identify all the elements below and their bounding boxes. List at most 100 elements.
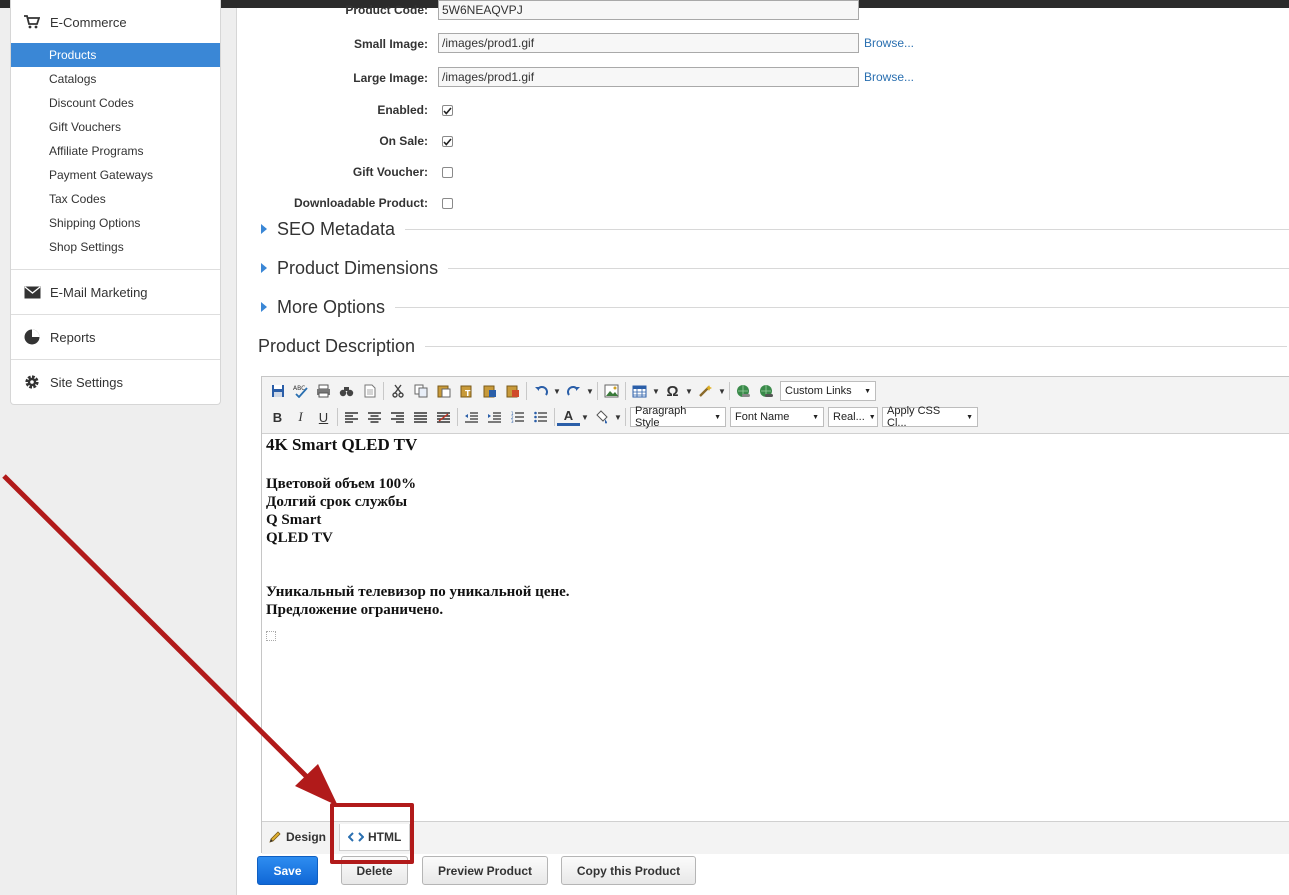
print-icon[interactable] — [312, 380, 335, 402]
justify-icon[interactable] — [409, 406, 432, 428]
bold-icon[interactable]: B — [266, 406, 289, 428]
enabled-checkbox[interactable] — [442, 105, 453, 116]
hyperlink-icon[interactable] — [732, 380, 755, 402]
outdent-icon[interactable] — [460, 406, 483, 428]
page-icon[interactable] — [358, 380, 381, 402]
chevron-down-icon[interactable]: ▼ — [651, 380, 661, 402]
sidebar-item-gift-vouchers[interactable]: Gift Vouchers — [11, 115, 220, 139]
section-title: More Options — [277, 296, 386, 317]
remove-alignment-icon[interactable] — [432, 406, 455, 428]
content-line: QLED TV — [266, 530, 333, 546]
highlight-color-icon[interactable] — [590, 406, 613, 428]
redo-icon[interactable] — [562, 380, 585, 402]
toolbar-separator — [625, 382, 626, 400]
product-dimensions-section[interactable]: Product Dimensions — [261, 257, 1289, 279]
numbered-list-icon[interactable]: 123 — [506, 406, 529, 428]
checkmark-icon — [443, 137, 452, 146]
gift-voucher-checkbox[interactable] — [442, 167, 453, 178]
sidebar-section-ecommerce[interactable]: E-Commerce — [11, 0, 220, 44]
expand-triangle-icon — [261, 302, 267, 312]
paragraph-style-dropdown[interactable]: Paragraph Style ▼ — [630, 405, 726, 429]
magic-wand-icon[interactable] — [694, 380, 717, 402]
envelope-icon — [23, 283, 41, 301]
pie-chart-icon — [23, 328, 41, 346]
small-image-label: Small Image: — [353, 37, 428, 51]
cut-icon[interactable] — [386, 380, 409, 402]
sidebar-section-label: E-Mail Marketing — [50, 284, 148, 300]
paste-text-icon[interactable]: T — [455, 380, 478, 402]
omega-icon[interactable]: Ω — [661, 380, 684, 402]
apply-css-class-dropdown[interactable]: Apply CSS Cl... ▼ — [882, 405, 978, 429]
sidebar-section-reports[interactable]: Reports — [11, 315, 220, 359]
sidebar-item-shop-settings[interactable]: Shop Settings — [11, 235, 220, 259]
sidebar-section-site-settings[interactable]: Site Settings — [11, 360, 220, 404]
toolbar-separator — [337, 408, 338, 426]
indent-icon[interactable] — [483, 406, 506, 428]
section-rule — [448, 267, 1289, 269]
downloadable-checkbox[interactable] — [442, 198, 453, 209]
align-center-icon[interactable] — [363, 406, 386, 428]
small-image-input[interactable]: /images/prod1.gif — [438, 33, 859, 53]
spellcheck-icon[interactable]: ABC — [289, 380, 312, 402]
section-rule — [425, 345, 1287, 347]
chevron-down-icon: ▼ — [868, 413, 876, 421]
align-right-icon[interactable] — [386, 406, 409, 428]
chevron-down-icon[interactable]: ▼ — [552, 380, 562, 402]
sidebar-item-shipping-options[interactable]: Shipping Options — [11, 211, 220, 235]
undo-icon[interactable] — [529, 380, 552, 402]
editor-content-area[interactable]: 4K Smart QLED TV Цветовой объем 100% Дол… — [266, 435, 1286, 641]
large-image-browse-link[interactable]: Browse... — [864, 70, 914, 84]
sidebar-section-label: Site Settings — [50, 374, 123, 390]
image-icon[interactable] — [600, 380, 623, 402]
underline-icon[interactable]: U — [312, 406, 335, 428]
table-icon[interactable] — [628, 380, 651, 402]
sidebar-section-email-marketing[interactable]: E-Mail Marketing — [11, 270, 220, 314]
seo-metadata-section[interactable]: SEO Metadata — [261, 218, 1289, 240]
gear-icon — [23, 373, 41, 391]
chevron-down-icon[interactable]: ▼ — [613, 406, 623, 428]
align-left-icon[interactable] — [340, 406, 363, 428]
toolbar-separator — [554, 408, 555, 426]
save-button[interactable]: Save — [257, 856, 318, 885]
on-sale-checkbox[interactable] — [442, 136, 453, 147]
bullet-list-icon[interactable] — [529, 406, 552, 428]
sidebar-item-payment-gateways[interactable]: Payment Gateways — [11, 163, 220, 187]
custom-links-dropdown[interactable]: Custom Links ▼ — [780, 381, 876, 401]
sidebar-item-catalogs[interactable]: Catalogs — [11, 67, 220, 91]
chevron-down-icon: ▼ — [812, 413, 819, 421]
paste-icon[interactable] — [432, 380, 455, 402]
small-image-browse-link[interactable]: Browse... — [864, 36, 914, 50]
main-panel: Product Code: 5W6NEAQVPJ Small Image: /i… — [236, 0, 1289, 895]
cart-icon — [23, 13, 41, 31]
font-color-icon[interactable]: A — [557, 408, 580, 426]
font-name-dropdown[interactable]: Font Name ▼ — [730, 407, 824, 427]
expand-triangle-icon — [261, 263, 267, 273]
chevron-down-icon[interactable]: ▼ — [585, 380, 595, 402]
sidebar-item-affiliate-programs[interactable]: Affiliate Programs — [11, 139, 220, 163]
content-line: Предложение ограничено. — [266, 602, 444, 618]
copy-product-button[interactable]: Copy this Product — [561, 856, 696, 885]
sidebar-item-products[interactable]: Products — [11, 43, 220, 67]
rich-text-editor: ABC T ▼ ▼ ▼ Ω ▼ ▼ Custom Links ▼ B I U 1… — [261, 376, 1289, 854]
save-icon[interactable] — [266, 380, 289, 402]
sidebar-item-discount-codes[interactable]: Discount Codes — [11, 91, 220, 115]
chevron-down-icon[interactable]: ▼ — [684, 380, 694, 402]
preview-product-button[interactable]: Preview Product — [422, 856, 548, 885]
paste-word-icon[interactable] — [478, 380, 501, 402]
chevron-down-icon[interactable]: ▼ — [580, 406, 590, 428]
sidebar-item-tax-codes[interactable]: Tax Codes — [11, 187, 220, 211]
product-code-input[interactable]: 5W6NEAQVPJ — [438, 0, 859, 20]
copy-icon[interactable] — [409, 380, 432, 402]
font-size-dropdown[interactable]: Real... ▼ — [828, 407, 878, 427]
tab-design[interactable]: Design — [268, 824, 326, 850]
more-options-section[interactable]: More Options — [261, 296, 1289, 318]
paste-html-icon[interactable] — [501, 380, 524, 402]
product-code-label: Product Code: — [345, 3, 428, 17]
remove-link-icon[interactable] — [755, 380, 778, 402]
italic-icon[interactable]: I — [289, 406, 312, 428]
find-icon[interactable] — [335, 380, 358, 402]
svg-text:T: T — [465, 389, 471, 398]
toolbar-separator — [625, 408, 626, 426]
large-image-input[interactable]: /images/prod1.gif — [438, 67, 859, 87]
chevron-down-icon[interactable]: ▼ — [717, 380, 727, 402]
